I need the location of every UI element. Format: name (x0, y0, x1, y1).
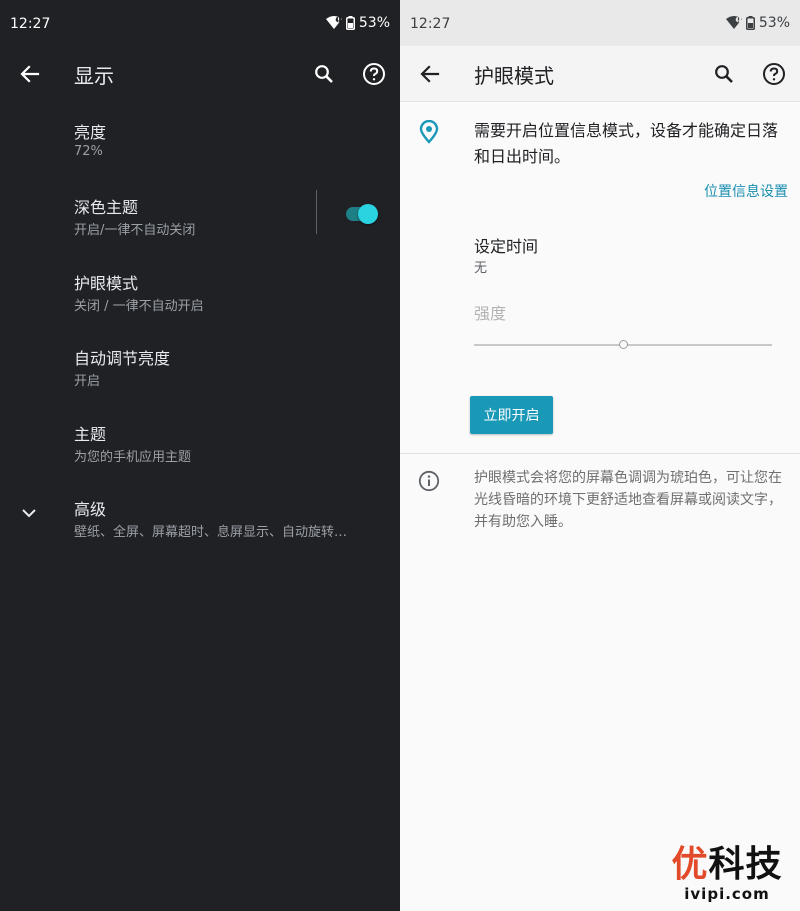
search-icon[interactable] (710, 60, 738, 88)
location-settings-link[interactable]: 位置信息设置 (704, 181, 788, 201)
back-arrow-icon[interactable] (16, 60, 44, 88)
status-time: 12:27 (410, 16, 451, 32)
display-settings-pane: 12:27 53% 显示 亮度 72% 深色主题 开启/一律不自动关闭 护眼模式… (0, 0, 400, 911)
page-title: 显示 (74, 64, 114, 88)
chevron-down-icon (18, 502, 40, 524)
pref-summary: 为您的手机应用主题 (74, 450, 192, 465)
location-required-message: 需要开启位置信息模式，设备才能确定日落和日出时间。 (474, 121, 779, 166)
slider-knob[interactable] (619, 340, 628, 349)
status-icons: 53% (725, 15, 790, 31)
battery-icon (745, 16, 755, 30)
pref-title: 主题 (74, 425, 107, 444)
intensity-label: 强度 (474, 304, 507, 323)
status-bar: 12:27 53% (400, 0, 800, 46)
pref-dark-theme[interactable]: 深色主题 开启/一律不自动关闭 (0, 178, 400, 246)
wifi-icon (725, 16, 742, 30)
pref-summary: 72% (74, 144, 103, 159)
status-bar: 12:27 53% (0, 0, 400, 46)
location-pin-icon (418, 119, 440, 144)
app-bar: 护眼模式 (400, 46, 800, 102)
vertical-divider (316, 190, 317, 234)
pref-brightness[interactable]: 亮度 72% (0, 103, 400, 171)
help-icon[interactable] (760, 60, 788, 88)
help-icon[interactable] (360, 60, 388, 88)
pref-adaptive-brightness[interactable]: 自动调节亮度 开启 (0, 329, 400, 397)
wifi-icon (325, 16, 342, 30)
battery-percent: 53% (758, 15, 790, 31)
status-time: 12:27 (10, 16, 51, 32)
intensity-slider[interactable] (474, 336, 772, 354)
page-title: 护眼模式 (474, 64, 554, 88)
pref-theme[interactable]: 主题 为您的手机应用主题 (0, 405, 400, 473)
app-bar: 显示 (0, 46, 400, 102)
watermark-logo: 优科技 ivipi.com (662, 845, 792, 905)
toggle-thumb (358, 204, 378, 224)
turn-on-now-button[interactable]: 立即开启 (470, 396, 553, 434)
pref-summary: 开启 (74, 374, 101, 389)
pref-title: 高级 (74, 500, 107, 519)
night-light-pane: 12:27 53% 护眼模式 需要开启位置信息模式，设备才能确定日落和日出时间。… (400, 0, 800, 911)
schedule-title[interactable]: 设定时间 (474, 233, 538, 257)
schedule-value: 无 (474, 261, 488, 276)
search-icon[interactable] (310, 60, 338, 88)
pref-night-light[interactable]: 护眼模式 关闭 / 一律不自动开启 (0, 254, 400, 322)
info-icon (418, 470, 440, 492)
pref-title: 亮度 (74, 123, 107, 142)
section-divider (400, 453, 800, 454)
battery-percent: 53% (358, 15, 390, 31)
pref-advanced[interactable]: 高级 壁纸、全屏、屏幕超时、息屏显示、自动旋转… (0, 480, 400, 548)
status-icons: 53% (325, 15, 390, 31)
pref-title: 护眼模式 (74, 274, 139, 293)
watermark-brand: 优科技 (671, 844, 783, 885)
pref-summary: 关闭 / 一律不自动开启 (74, 299, 204, 314)
battery-icon (345, 16, 355, 30)
back-arrow-icon[interactable] (416, 60, 444, 88)
pref-title: 自动调节亮度 (74, 349, 171, 368)
watermark-url: ivipi.com (684, 885, 770, 903)
dark-theme-toggle[interactable] (344, 202, 382, 226)
night-light-description: 护眼模式会将您的屏幕色调调为琥珀色，可让您在光线昏暗的环境下更舒适地查看屏幕或阅… (474, 470, 782, 530)
pref-summary: 壁纸、全屏、屏幕超时、息屏显示、自动旋转… (74, 525, 348, 540)
pref-summary: 开启/一律不自动关闭 (74, 223, 196, 238)
pref-title: 深色主题 (74, 198, 139, 217)
